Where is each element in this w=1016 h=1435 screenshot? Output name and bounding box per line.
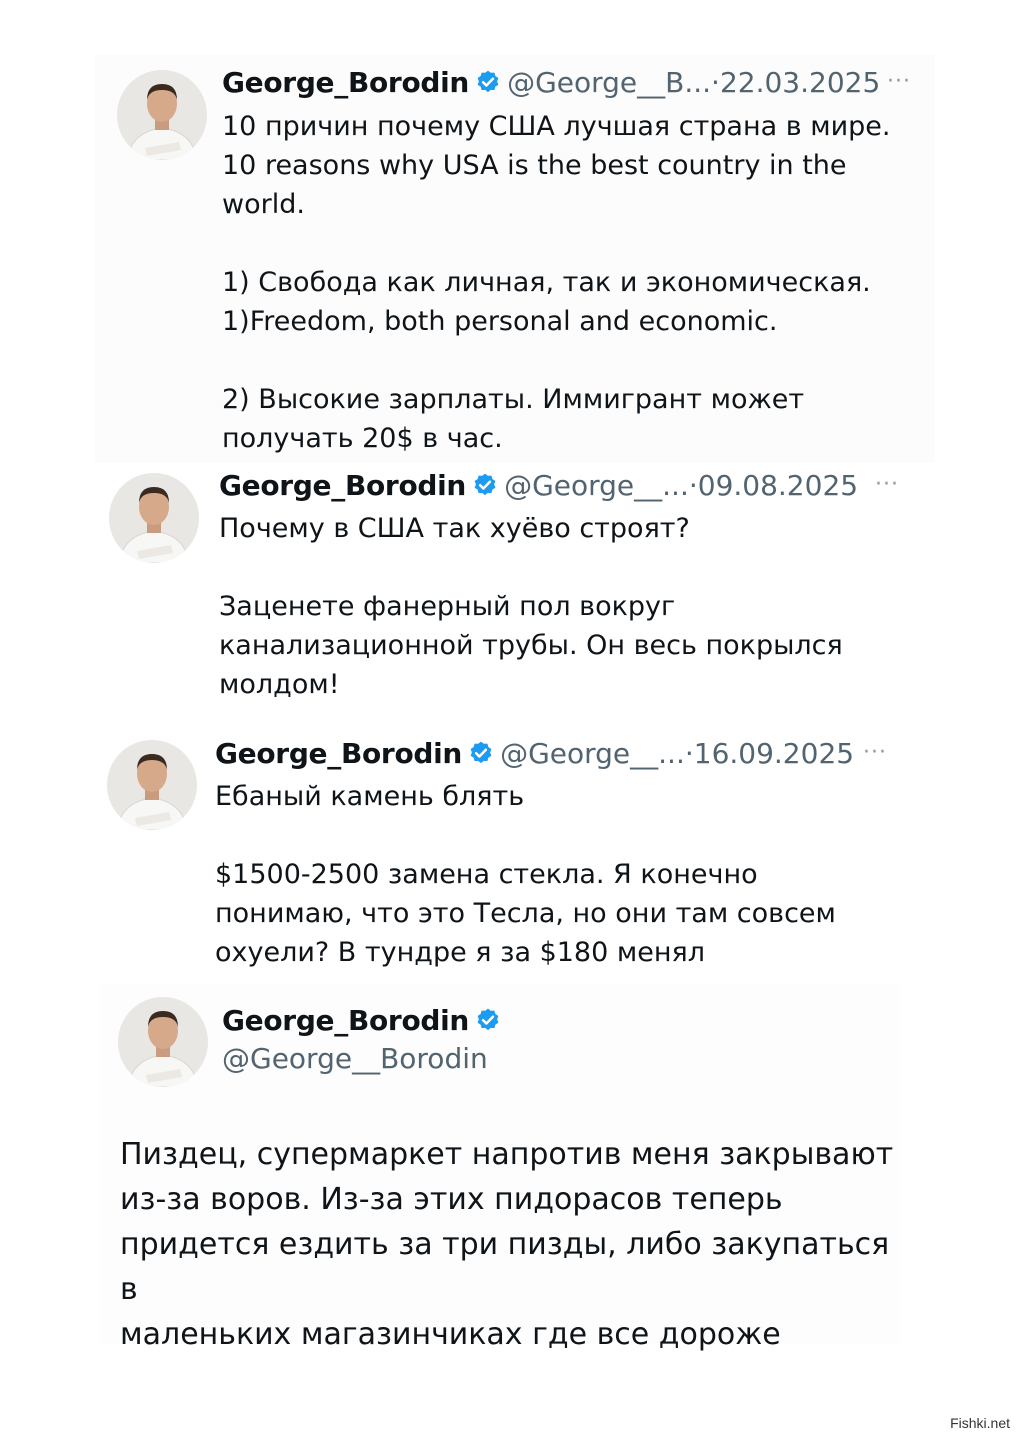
tweet-text-line: 1) Свобода как личная, так и экономическ…	[222, 267, 871, 298]
tweet-text-line: понимаю, что это Тесла, но они там совсе…	[215, 898, 836, 929]
user-photo-icon	[118, 997, 208, 1087]
tweet-header: George_Borodin @George__...·09.08.2025	[219, 468, 858, 507]
tweet-1: George_Borodin @George__B...·22.03.2025 ·…	[95, 55, 935, 465]
author-handle[interactable]: @George__B...	[507, 66, 711, 99]
tweet-text-line: маленьких магазинчиках где все дороже	[120, 1317, 781, 1352]
tweet-text-line: 10 причин почему США лучшая страна в мир…	[222, 111, 891, 142]
author-handle[interactable]: @George__...	[504, 469, 689, 502]
separator-dot: ·	[688, 469, 698, 502]
tweet-date[interactable]: 09.08.2025	[698, 469, 858, 502]
tweet-text: Ебаный камень блять $1500-2500 замена ст…	[215, 777, 836, 972]
author-handle[interactable]: @George__...	[500, 737, 685, 770]
tweet-text-line: получать 20$ в час.	[222, 423, 503, 454]
more-options-icon[interactable]: ···	[887, 69, 911, 94]
avatar[interactable]	[117, 70, 207, 160]
tweet-text-line: 1)Freedom, both personal and economic.	[222, 306, 778, 337]
tweet-header: George_Borodin @George__B...·22.03.2025	[222, 65, 880, 104]
tweet-text-line: придется ездить за три пизды, либо закуп…	[120, 1227, 890, 1307]
author-name[interactable]: George_Borodin	[222, 66, 469, 99]
author-name[interactable]: George_Borodin	[215, 737, 462, 770]
author-name[interactable]: George_Borodin	[219, 469, 466, 502]
tweet-4: George_Borodin @George__Borodin Пиздец, …	[100, 985, 900, 1352]
tweet-text-line: Пиздец, супермаркет напротив меня закрыв…	[120, 1137, 894, 1172]
tweet-text-line: $1500-2500 замена стекла. Я конечно	[215, 859, 758, 890]
tweet-text-line: 2) Высокие зарплаты. Иммигрант может	[222, 384, 805, 415]
separator-dot: ·	[711, 66, 720, 99]
separator-dot: ·	[684, 737, 694, 770]
tweet-text-line: из-за воров. Из-за этих пидорасов теперь	[120, 1182, 783, 1217]
more-options-icon[interactable]: ···	[875, 472, 899, 497]
tweet-header: George_Borodin	[222, 1003, 507, 1042]
author-handle[interactable]: @George__Borodin	[222, 1041, 488, 1077]
avatar[interactable]	[107, 740, 197, 830]
tweet-text: Почему в США так хуёво строят? Заценете …	[219, 509, 843, 704]
author-name[interactable]: George_Borodin	[222, 1004, 469, 1037]
tweet-text-line: молдом!	[219, 669, 340, 700]
tweet-text-line: world.	[222, 189, 305, 220]
tweet-text-line: Заценете фанерный пол вокруг	[219, 591, 676, 622]
tweet-date[interactable]: 22.03.2025	[720, 66, 880, 99]
tweet-text-line: охуели? В тундре я за $180 менял	[215, 937, 706, 968]
tweet-text-line: Ебаный камень блять	[215, 781, 525, 812]
watermark: Fishki.net	[950, 1415, 1010, 1431]
verified-badge-icon	[475, 1006, 501, 1042]
verified-badge-icon	[475, 68, 501, 104]
tweet-text: Пиздец, супермаркет напротив меня закрыв…	[120, 1132, 900, 1357]
user-photo-icon	[109, 473, 199, 563]
more-options-icon[interactable]: ···	[863, 740, 887, 765]
avatar[interactable]	[109, 473, 199, 563]
tweet-text: 10 причин почему США лучшая страна в мир…	[222, 107, 891, 458]
tweet-text-line: 10 reasons why USA is the best country i…	[222, 150, 847, 181]
tweet-date[interactable]: 16.09.2025	[694, 737, 854, 770]
tweet-text-line: канализационной трубы. Он весь покрылся	[219, 630, 843, 661]
avatar[interactable]	[118, 997, 208, 1087]
verified-badge-icon	[468, 739, 494, 775]
tweet-text-line: Почему в США так хуёво строят?	[219, 513, 690, 544]
user-photo-icon	[107, 740, 197, 830]
tweet-2: George_Borodin @George__...·09.08.2025 ··…	[95, 463, 935, 713]
verified-badge-icon	[472, 471, 498, 507]
tweet-3: George_Borodin @George__...·16.09.2025 ··…	[95, 728, 935, 978]
user-photo-icon	[117, 70, 207, 160]
tweet-header: George_Borodin @George__...·16.09.2025	[215, 736, 854, 775]
